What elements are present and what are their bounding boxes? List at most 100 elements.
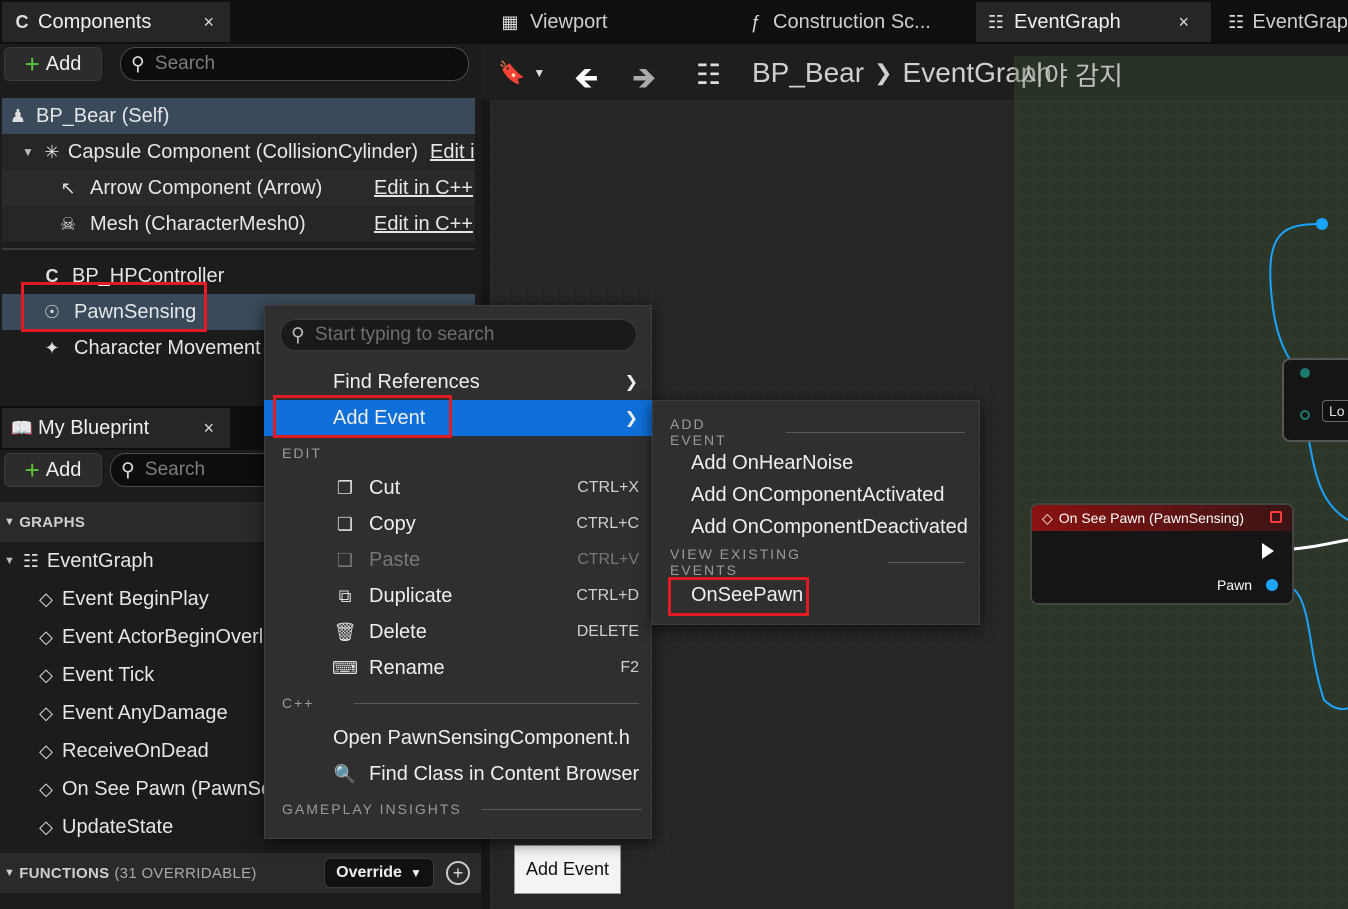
tab-viewport[interactable]: ▦ Viewport bbox=[490, 2, 720, 42]
event-diamond-icon: ◇ bbox=[39, 816, 53, 837]
event-diamond-icon: ◇ bbox=[39, 702, 53, 723]
menu-search-input[interactable]: ⚲ Start typing to search bbox=[280, 319, 637, 351]
tab-event-graph[interactable]: ☷ EventGraph × bbox=[976, 2, 1211, 42]
delete-label: Delete bbox=[369, 620, 427, 643]
partial-node[interactable]: Lo bbox=[1282, 358, 1348, 442]
pin-icon[interactable] bbox=[1300, 410, 1310, 420]
add-label: Add bbox=[45, 52, 82, 75]
book-icon: 📖 bbox=[10, 417, 34, 438]
close-icon[interactable]: × bbox=[203, 12, 214, 33]
event-item-label: Event AnyDamage bbox=[62, 701, 228, 724]
event-item-label: UpdateState bbox=[62, 815, 174, 838]
graphs-header-label: GRAPHS bbox=[19, 513, 86, 531]
add-myblueprint-button[interactable]: + Add bbox=[4, 453, 102, 487]
chevron-right-icon: ❯ bbox=[624, 410, 638, 427]
bookmark-icon: 🔖 bbox=[498, 60, 526, 85]
search-icon: ⚲ bbox=[131, 53, 145, 75]
on-see-pawn-node[interactable]: ◇ On See Pawn (PawnSensing) Pawn bbox=[1030, 503, 1294, 605]
chevron-right-icon: ❯ bbox=[874, 60, 893, 85]
submenu-add-event-item[interactable]: Add OnComponentDeactivated bbox=[691, 511, 971, 543]
menu-delete[interactable]: 🗑 Delete DELETE bbox=[333, 614, 643, 650]
close-icon[interactable]: × bbox=[1178, 12, 1189, 33]
submenu-add-event-item[interactable]: Add OnComponentActivated bbox=[691, 479, 971, 511]
tab-my-blueprint[interactable]: 📖 My Blueprint × bbox=[2, 408, 230, 448]
tab-event-graph-2[interactable]: ☷ EventGrap bbox=[1218, 2, 1348, 42]
node-header: ◇ On See Pawn (PawnSensing) bbox=[1032, 505, 1292, 531]
mesh-label: Mesh (CharacterMesh0) bbox=[90, 212, 306, 235]
chevron-down-icon: ▼ bbox=[4, 867, 16, 879]
cut-label: Cut bbox=[369, 476, 401, 499]
submenu-item-label: Add OnComponentActivated bbox=[691, 483, 945, 506]
wire-pin-top bbox=[1316, 218, 1328, 230]
delete-shortcut: DELETE bbox=[576, 623, 639, 640]
functions-count: (31 OVERRIDABLE) bbox=[114, 864, 257, 882]
edit-header-label: EDIT bbox=[282, 445, 322, 461]
search-icon: ⚲ bbox=[291, 324, 305, 346]
existing-event-label: OnSeePawn bbox=[691, 583, 804, 606]
menu-find-references[interactable]: Find References ❯ bbox=[264, 364, 652, 400]
bookmark-button[interactable]: 🔖 ▼ bbox=[498, 58, 548, 88]
tree-item-hp-controller[interactable]: C BP_HPController bbox=[2, 258, 475, 294]
menu-add-event[interactable]: Add Event ❯ bbox=[264, 400, 652, 436]
menu-open-header[interactable]: Open PawnSensingComponent.h bbox=[333, 720, 643, 756]
folder-search-icon: 🔍 bbox=[333, 763, 357, 784]
edit-arrow-cpp-link[interactable]: Edit in C++ bbox=[374, 177, 473, 200]
menu-copy[interactable]: ❏ Copy CTRL+C bbox=[333, 506, 643, 542]
partial-node-field[interactable]: Lo bbox=[1322, 400, 1348, 422]
menu-paste: ❑ Paste CTRL+V bbox=[333, 542, 643, 578]
event-diamond-icon: ◇ bbox=[39, 664, 53, 685]
breadcrumb-root[interactable]: BP_Bear bbox=[752, 57, 864, 89]
submenu-add-event-item[interactable]: Add OnHearNoise bbox=[691, 447, 971, 479]
open-header-label: Open PawnSensingComponent.h bbox=[333, 726, 630, 749]
pawn-pin-icon[interactable] bbox=[1266, 579, 1278, 591]
submenu-item-label: Add OnHearNoise bbox=[691, 451, 854, 474]
self-label: BP_Bear (Self) bbox=[36, 104, 170, 127]
divider bbox=[887, 561, 965, 563]
add-event-label: Add Event bbox=[333, 406, 426, 429]
add-component-button[interactable]: + Add bbox=[4, 47, 102, 81]
search-placeholder: Search bbox=[154, 53, 216, 74]
paste-icon: ❑ bbox=[336, 549, 354, 570]
event-item-label: Event BeginPlay bbox=[62, 587, 209, 610]
tab-construction-script[interactable]: ƒ Construction Sc... bbox=[735, 2, 970, 42]
myblueprint-search-input[interactable]: ⚲ Search bbox=[110, 453, 280, 487]
blueprint-class-icon: C bbox=[15, 11, 29, 32]
blueprint-class-icon: C bbox=[45, 265, 59, 286]
arrow-label: Arrow Component (Arrow) bbox=[90, 176, 323, 199]
tree-item-arrow[interactable]: ↖ Arrow Component (Arrow) Edit in C++ bbox=[2, 170, 475, 206]
tree-item-self[interactable]: ♟ BP_Bear (Self) bbox=[2, 98, 475, 134]
tree-item-capsule[interactable]: ▼ ✳ Capsule Component (CollisionCylinder… bbox=[2, 134, 475, 170]
add-function-icon[interactable]: + bbox=[446, 861, 470, 885]
duplicate-shortcut: CTRL+D bbox=[576, 587, 639, 604]
menu-cut[interactable]: ❐ Cut CTRL+X bbox=[333, 470, 643, 506]
chevron-down-icon: ▼ bbox=[533, 66, 546, 80]
exec-pin-icon[interactable] bbox=[1262, 543, 1274, 559]
override-label: Override bbox=[336, 864, 402, 881]
components-search-input[interactable]: ⚲ Search bbox=[120, 47, 469, 81]
functions-header-label: FUNCTIONS bbox=[19, 864, 110, 882]
add-label: Add bbox=[45, 458, 82, 481]
delegate-pin-icon[interactable] bbox=[1270, 511, 1282, 523]
tree-item-mesh[interactable]: ☠ Mesh (CharacterMesh0) Edit in C++ bbox=[2, 206, 475, 242]
event-diamond-icon: ◇ bbox=[39, 626, 53, 647]
pawn-pin-label: Pawn bbox=[1216, 577, 1252, 593]
menu-find-class[interactable]: 🔍 Find Class in Content Browser bbox=[333, 756, 643, 792]
menu-duplicate[interactable]: ⧉ Duplicate CTRL+D bbox=[333, 578, 643, 614]
comment-title: 시야 감지 bbox=[1020, 61, 1123, 91]
edit-capsule-link[interactable]: Edit i bbox=[430, 141, 474, 164]
pawn-sensing-icon: ☉ bbox=[43, 301, 61, 322]
override-dropdown[interactable]: Override ▼ bbox=[324, 858, 434, 888]
graph-icon: ☷ bbox=[1228, 11, 1245, 32]
rename-icon: ⌨ bbox=[332, 657, 358, 678]
tree-divider bbox=[2, 248, 475, 250]
menu-rename[interactable]: ⌨ Rename F2 bbox=[332, 650, 643, 686]
submenu-existing-onseepawn[interactable]: OnSeePawn bbox=[691, 577, 961, 613]
tab-components[interactable]: C Components × bbox=[2, 2, 230, 42]
event-diamond-icon: ◇ bbox=[39, 588, 53, 609]
pin-icon[interactable] bbox=[1300, 368, 1310, 378]
menu-search-placeholder: Start typing to search bbox=[314, 324, 495, 345]
edit-mesh-cpp-link[interactable]: Edit in C++ bbox=[374, 213, 473, 236]
breadcrumb: BP_Bear ❯ EventGraph bbox=[752, 56, 1052, 90]
close-icon[interactable]: × bbox=[203, 418, 214, 439]
submenu-item-label: Add OnComponentDeactivated bbox=[691, 515, 968, 538]
